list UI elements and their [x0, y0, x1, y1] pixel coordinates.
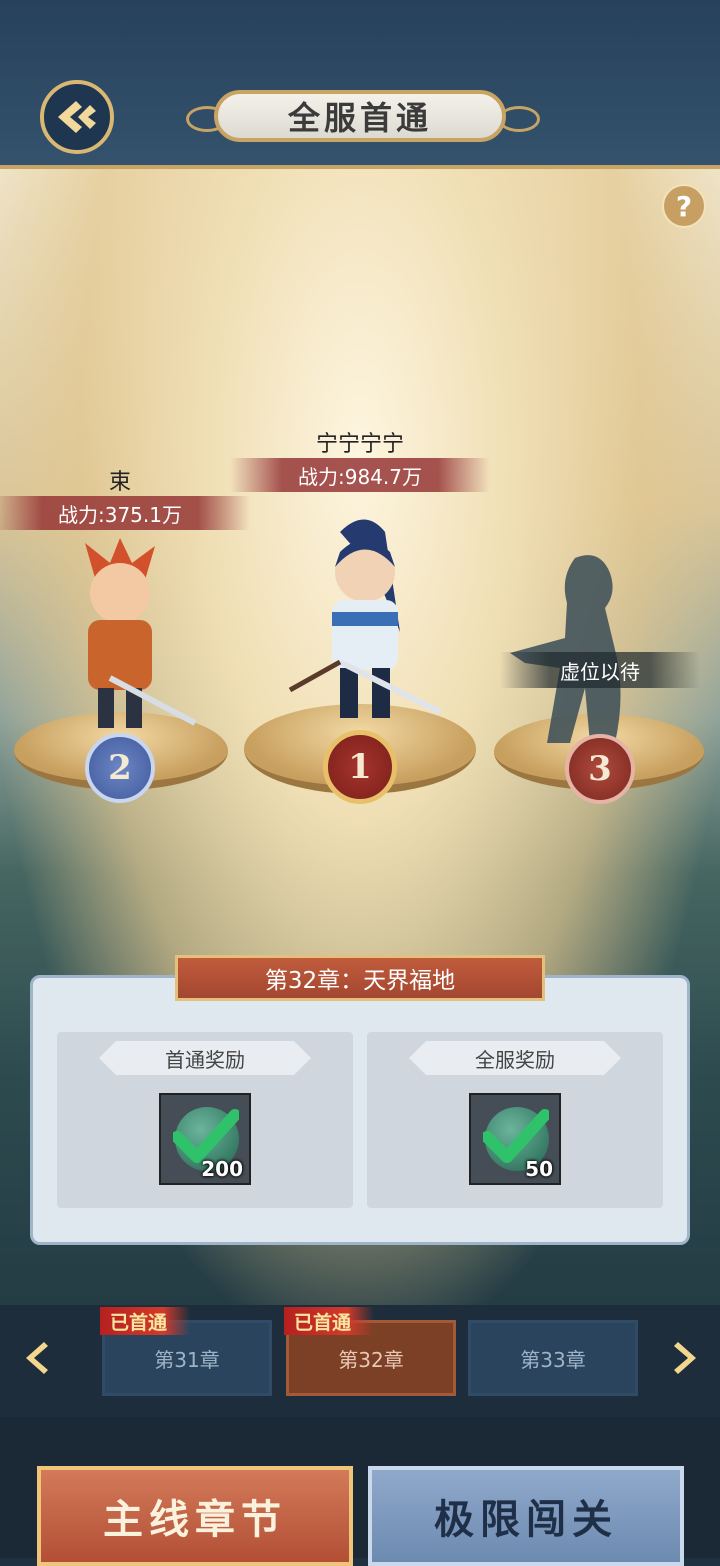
- rank-badge-third: 3: [565, 734, 635, 804]
- chevron-left-icon[interactable]: [18, 1338, 58, 1378]
- top-bar: [0, 0, 720, 169]
- chapter-tab-33[interactable]: 第33章: [468, 1320, 638, 1396]
- second-place-name: 束: [108, 470, 131, 495]
- first-place-power: 战力:984.7万: [230, 458, 490, 492]
- page-title: 全服首通: [287, 99, 432, 137]
- first-clear-reward-title: 首通奖励: [99, 1041, 311, 1075]
- checkmark-icon: [173, 1109, 239, 1163]
- second-place-hero-avatar[interactable]: [40, 538, 200, 738]
- rank-badge-second: 2: [85, 733, 155, 803]
- rank-badge-first: 1: [323, 730, 397, 804]
- limit-challenge-button[interactable]: 极限闯关: [368, 1466, 684, 1566]
- third-place-placeholder: 虚位以待: [500, 652, 700, 688]
- cleared-tag-31: 已首通: [100, 1307, 190, 1335]
- reward-quantity: 50: [525, 1157, 553, 1181]
- checkmark-icon: [483, 1109, 549, 1163]
- server-reward-item[interactable]: 50: [469, 1093, 561, 1185]
- reward-quantity: 200: [201, 1157, 243, 1181]
- server-reward-title: 全服奖励: [409, 1041, 621, 1075]
- third-place-silhouette: [510, 555, 621, 743]
- cleared-tag-32: 已首通: [284, 1307, 374, 1335]
- back-button[interactable]: [40, 80, 114, 154]
- back-arrow-icon: [58, 101, 96, 133]
- chevron-right-icon[interactable]: [664, 1338, 704, 1378]
- first-clear-reward-item[interactable]: 200: [159, 1093, 251, 1185]
- page-title-frame: 全服首通: [214, 90, 506, 142]
- main-chapter-button[interactable]: 主线章节: [37, 1466, 353, 1566]
- help-button[interactable]: ?: [662, 184, 706, 228]
- first-place-name: 宁宁宁宁: [315, 432, 404, 457]
- second-place-power: 战力:375.1万: [0, 496, 250, 530]
- chapter-title-banner: 第32章：天界福地: [175, 955, 545, 1001]
- first-place-hero-avatar[interactable]: [280, 512, 450, 732]
